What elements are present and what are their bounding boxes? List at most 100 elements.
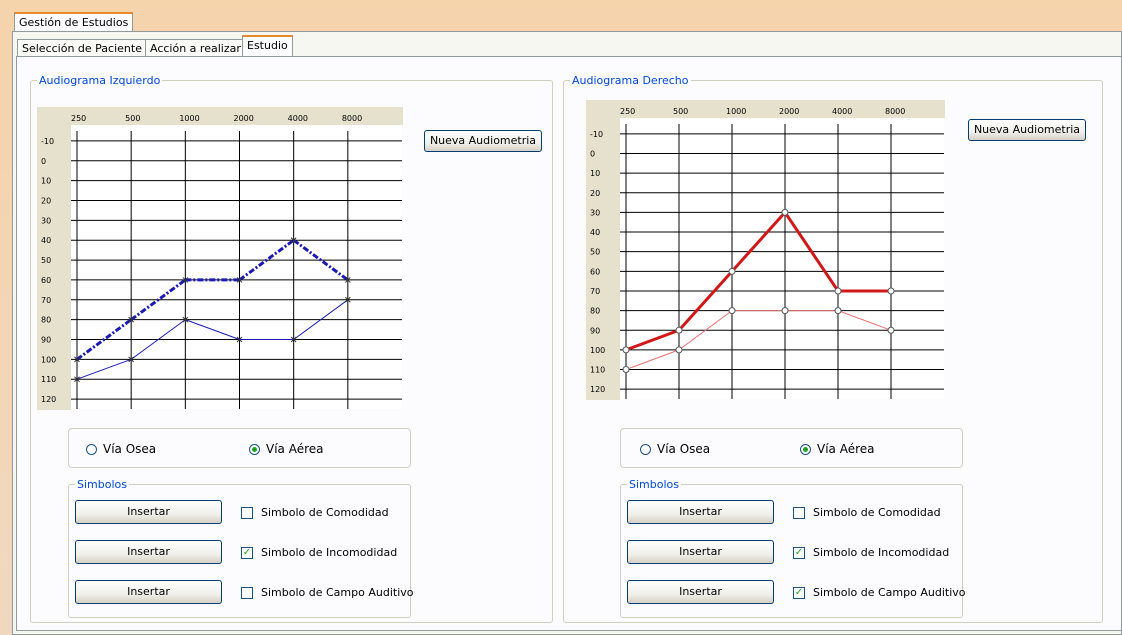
y-tick-label: 80: [590, 307, 600, 316]
y-tick-label: 40: [590, 228, 600, 237]
tab-accion-realizar[interactable]: Acción a realizar: [145, 39, 246, 57]
via-aerea-right-radio[interactable]: Vía Aérea: [800, 442, 875, 456]
via-aerea-left-radio[interactable]: Vía Aérea: [249, 442, 324, 456]
y-tick-label: -10: [41, 137, 54, 146]
checkbox-box[interactable]: ✓: [793, 586, 805, 599]
y-tick-label: 10: [590, 169, 600, 178]
x-tick-label: 250: [71, 114, 86, 123]
insertar-campo-left-button[interactable]: Insertar: [75, 580, 222, 604]
insertar-incomodidad-left-button[interactable]: Insertar: [75, 540, 222, 564]
y-tick-label: 90: [41, 336, 51, 345]
simbolo-campo-left-checkbox[interactable]: Simbolo de Campo Auditivo: [241, 586, 414, 599]
simbolo-comodidad-left-checkbox[interactable]: Simbolo de Comodidad: [241, 506, 389, 519]
via-osea-right-label: Vía Osea: [657, 442, 711, 456]
y-tick-label: 30: [590, 208, 600, 217]
series-1-point: [887, 287, 895, 295]
simbolo-incomodidad-right-checkbox[interactable]: ✓ Simbolo de Incomodidad: [793, 546, 949, 559]
x-tick-label: 1000: [726, 107, 746, 116]
tab-gestion-estudios[interactable]: Gestión de Estudios: [14, 12, 134, 32]
checkbox-label: Simbolo de Comodidad: [261, 506, 389, 519]
insertar-campo-right-button[interactable]: Insertar: [627, 580, 774, 604]
x-tick-label: 2000: [779, 107, 799, 116]
tab-seleccion-paciente[interactable]: Selección de Paciente: [17, 39, 147, 57]
x-tick-label: 1000: [179, 114, 199, 123]
x-tick-label: 500: [125, 114, 140, 123]
y-tick-label: 90: [590, 326, 600, 335]
simbolo-comodidad-right-checkbox[interactable]: Simbolo de Comodidad: [793, 506, 941, 519]
simbolos-right-title: Simbolos: [629, 478, 679, 491]
checkbox-label: Simbolo de Incomodidad: [261, 546, 398, 559]
x-tick-label: 8000: [885, 107, 905, 116]
x-tick-label: 4000: [288, 114, 308, 123]
y-tick-label: 70: [590, 287, 600, 296]
y-tick-label: 80: [41, 316, 51, 325]
checkbox-label: Simbolo de Campo Auditivo: [813, 586, 966, 599]
insertar-comodidad-left-button[interactable]: Insertar: [75, 500, 222, 524]
series-1-point: [675, 326, 683, 334]
radio-circle[interactable]: [800, 443, 811, 455]
x-tick-label: 4000: [832, 107, 852, 116]
insertar-comodidad-right-button[interactable]: Insertar: [627, 500, 774, 524]
simbolo-incomodidad-left-checkbox[interactable]: ✓ Simbolo de Incomodidad: [241, 546, 397, 559]
y-tick-label: 120: [590, 385, 605, 394]
y-tick-label: 20: [41, 197, 51, 206]
series-2-point: [728, 307, 736, 315]
series-2-point: [781, 307, 789, 315]
audiogram-right-chart: -10 0 10 20 30 40 50 60 70 80 90 100 110 120 250 500 100…: [586, 100, 945, 400]
y-tick-label: 60: [590, 267, 600, 276]
series-1-point: [622, 346, 630, 354]
series-1-point: [781, 208, 789, 216]
tab-estudio[interactable]: Estudio: [242, 35, 293, 57]
radio-circle[interactable]: [86, 443, 97, 455]
y-tick-label: 110: [590, 366, 605, 375]
audiograma-derecho-title: Audiograma Derecho: [572, 74, 689, 87]
y-tick-label: 50: [41, 256, 51, 265]
plot-area: [620, 118, 944, 399]
y-tick-label: 30: [41, 216, 51, 225]
series-1-point: [728, 267, 736, 275]
audiogram-left-chart: -10 0 10 20 30 40 50 60 70 80 90 100 110 120 250 500 100…: [37, 107, 403, 410]
y-tick-label: 70: [41, 296, 51, 305]
radio-selected-dot: [252, 446, 257, 452]
insertar-incomodidad-right-button[interactable]: Insertar: [627, 540, 774, 564]
radio-circle[interactable]: [640, 443, 651, 455]
y-tick-label: 0: [590, 149, 595, 158]
x-tick-label: 2000: [234, 114, 254, 123]
plot-area: [71, 125, 402, 409]
checkbox-box[interactable]: ✓: [793, 546, 805, 559]
y-tick-label: -10: [590, 130, 603, 139]
y-tick-label: 60: [41, 276, 51, 285]
series-2-point: [622, 366, 630, 374]
via-osea-right-radio[interactable]: Vía Osea: [640, 442, 710, 456]
checkbox-box[interactable]: ✓: [241, 546, 253, 559]
y-tick-label: 50: [590, 248, 600, 257]
y-tick-label: 40: [41, 236, 51, 245]
simbolos-left-title: Simbolos: [77, 478, 127, 491]
series-2-point: [834, 307, 842, 315]
y-tick-label: 110: [41, 375, 56, 384]
y-tick-label: 10: [41, 177, 51, 186]
nueva-audiometria-right-button[interactable]: Nueva Audiometria: [968, 119, 1086, 141]
series-2-point: [887, 326, 895, 334]
y-tick-label: 100: [41, 355, 56, 364]
radio-selected-dot: [803, 446, 808, 452]
via-aerea-left-label: Vía Aérea: [266, 442, 324, 456]
y-tick-label: 0: [41, 157, 46, 166]
checkbox-box[interactable]: [793, 506, 805, 519]
via-aerea-right-label: Vía Aérea: [817, 442, 875, 456]
y-tick-label: 20: [590, 189, 600, 198]
checkbox-box[interactable]: [241, 506, 253, 519]
audiograma-izquierdo-title: Audiograma Izquierdo: [39, 74, 161, 87]
series-1-point: [834, 287, 842, 295]
x-tick-label: 500: [673, 107, 688, 116]
checkbox-box[interactable]: [241, 586, 253, 599]
y-tick-label: 100: [590, 346, 605, 355]
checkbox-label: Simbolo de Comodidad: [813, 506, 941, 519]
x-tick-label: 250: [620, 107, 635, 116]
series-2-point: [675, 346, 683, 354]
radio-circle[interactable]: [249, 443, 260, 455]
nueva-audiometria-left-button[interactable]: Nueva Audiometria: [424, 130, 542, 152]
via-osea-left-label: Vía Osea: [103, 442, 157, 456]
simbolo-campo-right-checkbox[interactable]: ✓ Simbolo de Campo Auditivo: [793, 586, 966, 599]
via-osea-left-radio[interactable]: Vía Osea: [86, 442, 156, 456]
